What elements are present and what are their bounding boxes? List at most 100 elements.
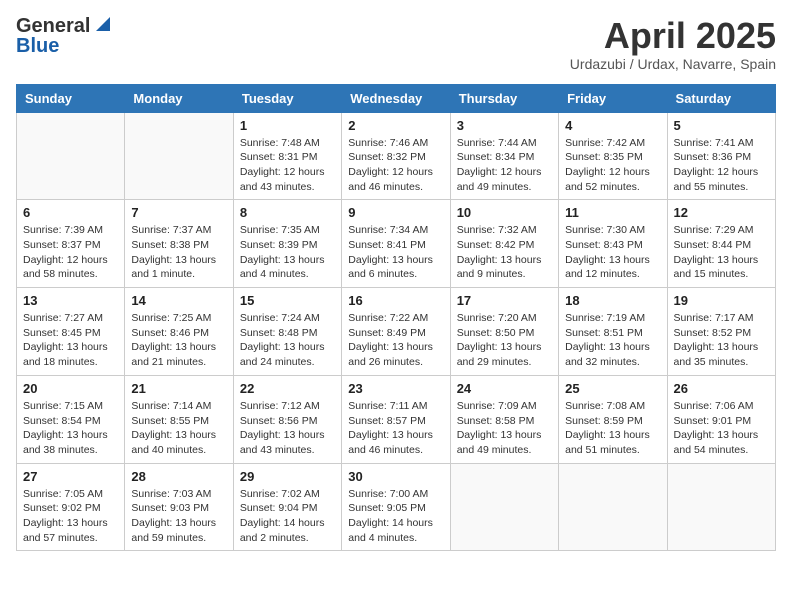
day-number: 30 (348, 469, 443, 484)
calendar-day-cell: 2 Sunrise: 7:46 AMSunset: 8:32 PMDaylight… (342, 112, 450, 200)
day-info: Sunrise: 7:34 AMSunset: 8:41 PMDaylight:… (348, 223, 443, 282)
month-title: April 2025 (570, 16, 776, 56)
page-header: General Blue April 2025 Urdazubi / Urdax… (16, 16, 776, 72)
weekday-header-cell: Tuesday (233, 84, 341, 112)
day-number: 28 (131, 469, 226, 484)
day-number: 8 (240, 205, 335, 220)
day-number: 1 (240, 118, 335, 133)
calendar-week-row: 13Sunrise: 7:27 AMSunset: 8:45 PMDayligh… (17, 288, 776, 376)
day-info: Sunrise: 7:27 AMSunset: 8:45 PMDaylight:… (23, 311, 118, 370)
weekday-header-row: SundayMondayTuesdayWednesdayThursdayFrid… (17, 84, 776, 112)
calendar-day-cell: 26Sunrise: 7:06 AMSunset: 9:01 PMDayligh… (667, 375, 775, 463)
calendar-day-cell: 19Sunrise: 7:17 AMSunset: 8:52 PMDayligh… (667, 288, 775, 376)
calendar-day-cell: 11 Sunrise: 7:30 AMSunset: 8:43 PMDayligh… (559, 200, 667, 288)
calendar-day-cell: 14 Sunrise: 7:25 AMSunset: 8:46 PMDayligh… (125, 288, 233, 376)
calendar-day-cell: 24Sunrise: 7:09 AMSunset: 8:58 PMDayligh… (450, 375, 558, 463)
calendar-week-row: 1 Sunrise: 7:48 AMSunset: 8:31 PMDaylight… (17, 112, 776, 200)
day-info: Sunrise: 7:17 AMSunset: 8:52 PMDaylight:… (674, 311, 769, 370)
title-area: April 2025 Urdazubi / Urdax, Navarre, Sp… (570, 16, 776, 72)
calendar-day-cell: 10 Sunrise: 7:32 AMSunset: 8:42 PMDayligh… (450, 200, 558, 288)
calendar-week-row: 20Sunrise: 7:15 AMSunset: 8:54 PMDayligh… (17, 375, 776, 463)
calendar-day-cell: 9Sunrise: 7:34 AMSunset: 8:41 PMDaylight… (342, 200, 450, 288)
day-info: Sunrise: 7:39 AMSunset: 8:37 PMDaylight:… (23, 223, 118, 282)
day-number: 24 (457, 381, 552, 396)
calendar-day-cell: 6 Sunrise: 7:39 AMSunset: 8:37 PMDaylight… (17, 200, 125, 288)
day-number: 25 (565, 381, 660, 396)
location-title: Urdazubi / Urdax, Navarre, Spain (570, 56, 776, 72)
day-info: Sunrise: 7:46 AMSunset: 8:32 PMDaylight:… (348, 136, 443, 195)
day-info: Sunrise: 7:00 AMSunset: 9:05 PMDaylight:… (348, 487, 443, 546)
day-number: 16 (348, 293, 443, 308)
day-info: Sunrise: 7:32 AMSunset: 8:42 PMDaylight:… (457, 223, 552, 282)
calendar-day-cell: 20Sunrise: 7:15 AMSunset: 8:54 PMDayligh… (17, 375, 125, 463)
day-number: 15 (240, 293, 335, 308)
calendar-day-cell: 21 Sunrise: 7:14 AMSunset: 8:55 PMDayligh… (125, 375, 233, 463)
calendar-day-cell: 13Sunrise: 7:27 AMSunset: 8:45 PMDayligh… (17, 288, 125, 376)
day-number: 14 (131, 293, 226, 308)
calendar-day-cell: 17Sunrise: 7:20 AMSunset: 8:50 PMDayligh… (450, 288, 558, 376)
calendar-day-cell: 30 Sunrise: 7:00 AMSunset: 9:05 PMDayligh… (342, 463, 450, 551)
logo: General Blue (16, 16, 110, 56)
day-number: 2 (348, 118, 443, 133)
day-info: Sunrise: 7:14 AMSunset: 8:55 PMDaylight:… (131, 399, 226, 458)
day-number: 4 (565, 118, 660, 133)
day-info: Sunrise: 7:06 AMSunset: 9:01 PMDaylight:… (674, 399, 769, 458)
day-number: 18 (565, 293, 660, 308)
calendar-week-row: 27 Sunrise: 7:05 AMSunset: 9:02 PMDayligh… (17, 463, 776, 551)
calendar-day-cell (667, 463, 775, 551)
calendar-day-cell: 1 Sunrise: 7:48 AMSunset: 8:31 PMDaylight… (233, 112, 341, 200)
calendar-day-cell: 16Sunrise: 7:22 AMSunset: 8:49 PMDayligh… (342, 288, 450, 376)
calendar-day-cell: 25 Sunrise: 7:08 AMSunset: 8:59 PMDayligh… (559, 375, 667, 463)
calendar-day-cell: 8Sunrise: 7:35 AMSunset: 8:39 PMDaylight… (233, 200, 341, 288)
calendar-day-cell: 5 Sunrise: 7:41 AMSunset: 8:36 PMDaylight… (667, 112, 775, 200)
calendar-day-cell (125, 112, 233, 200)
weekday-header-cell: Monday (125, 84, 233, 112)
calendar-day-cell: 12 Sunrise: 7:29 AMSunset: 8:44 PMDayligh… (667, 200, 775, 288)
day-number: 23 (348, 381, 443, 396)
logo-blue-text: Blue (16, 36, 59, 56)
day-number: 29 (240, 469, 335, 484)
day-info: Sunrise: 7:03 AMSunset: 9:03 PMDaylight:… (131, 487, 226, 546)
day-info: Sunrise: 7:48 AMSunset: 8:31 PMDaylight:… (240, 136, 335, 195)
weekday-header-cell: Wednesday (342, 84, 450, 112)
logo-triangle-icon (92, 15, 110, 33)
day-info: Sunrise: 7:02 AMSunset: 9:04 PMDaylight:… (240, 487, 335, 546)
calendar-day-cell: 28 Sunrise: 7:03 AMSunset: 9:03 PMDayligh… (125, 463, 233, 551)
calendar-day-cell (17, 112, 125, 200)
day-number: 3 (457, 118, 552, 133)
calendar-day-cell (450, 463, 558, 551)
day-info: Sunrise: 7:12 AMSunset: 8:56 PMDaylight:… (240, 399, 335, 458)
day-number: 10 (457, 205, 552, 220)
calendar-day-cell: 23Sunrise: 7:11 AMSunset: 8:57 PMDayligh… (342, 375, 450, 463)
calendar-day-cell: 27 Sunrise: 7:05 AMSunset: 9:02 PMDayligh… (17, 463, 125, 551)
day-info: Sunrise: 7:42 AMSunset: 8:35 PMDaylight:… (565, 136, 660, 195)
logo-general-text: General (16, 16, 90, 36)
calendar-day-cell: 4 Sunrise: 7:42 AMSunset: 8:35 PMDaylight… (559, 112, 667, 200)
day-info: Sunrise: 7:37 AMSunset: 8:38 PMDaylight:… (131, 223, 226, 282)
weekday-header-cell: Saturday (667, 84, 775, 112)
day-info: Sunrise: 7:41 AMSunset: 8:36 PMDaylight:… (674, 136, 769, 195)
day-info: Sunrise: 7:29 AMSunset: 8:44 PMDaylight:… (674, 223, 769, 282)
weekday-header-cell: Thursday (450, 84, 558, 112)
day-number: 22 (240, 381, 335, 396)
day-info: Sunrise: 7:19 AMSunset: 8:51 PMDaylight:… (565, 311, 660, 370)
day-info: Sunrise: 7:20 AMSunset: 8:50 PMDaylight:… (457, 311, 552, 370)
day-info: Sunrise: 7:05 AMSunset: 9:02 PMDaylight:… (23, 487, 118, 546)
day-info: Sunrise: 7:24 AMSunset: 8:48 PMDaylight:… (240, 311, 335, 370)
day-number: 7 (131, 205, 226, 220)
day-info: Sunrise: 7:08 AMSunset: 8:59 PMDaylight:… (565, 399, 660, 458)
day-info: Sunrise: 7:30 AMSunset: 8:43 PMDaylight:… (565, 223, 660, 282)
calendar-day-cell: 29 Sunrise: 7:02 AMSunset: 9:04 PMDayligh… (233, 463, 341, 551)
day-number: 12 (674, 205, 769, 220)
day-info: Sunrise: 7:15 AMSunset: 8:54 PMDaylight:… (23, 399, 118, 458)
day-number: 21 (131, 381, 226, 396)
calendar-week-row: 6 Sunrise: 7:39 AMSunset: 8:37 PMDaylight… (17, 200, 776, 288)
day-number: 6 (23, 205, 118, 220)
calendar-day-cell: 18 Sunrise: 7:19 AMSunset: 8:51 PMDayligh… (559, 288, 667, 376)
calendar-table: SundayMondayTuesdayWednesdayThursdayFrid… (16, 84, 776, 552)
calendar-day-cell: 22 Sunrise: 7:12 AMSunset: 8:56 PMDayligh… (233, 375, 341, 463)
day-number: 5 (674, 118, 769, 133)
day-number: 11 (565, 205, 660, 220)
day-number: 27 (23, 469, 118, 484)
day-info: Sunrise: 7:25 AMSunset: 8:46 PMDaylight:… (131, 311, 226, 370)
